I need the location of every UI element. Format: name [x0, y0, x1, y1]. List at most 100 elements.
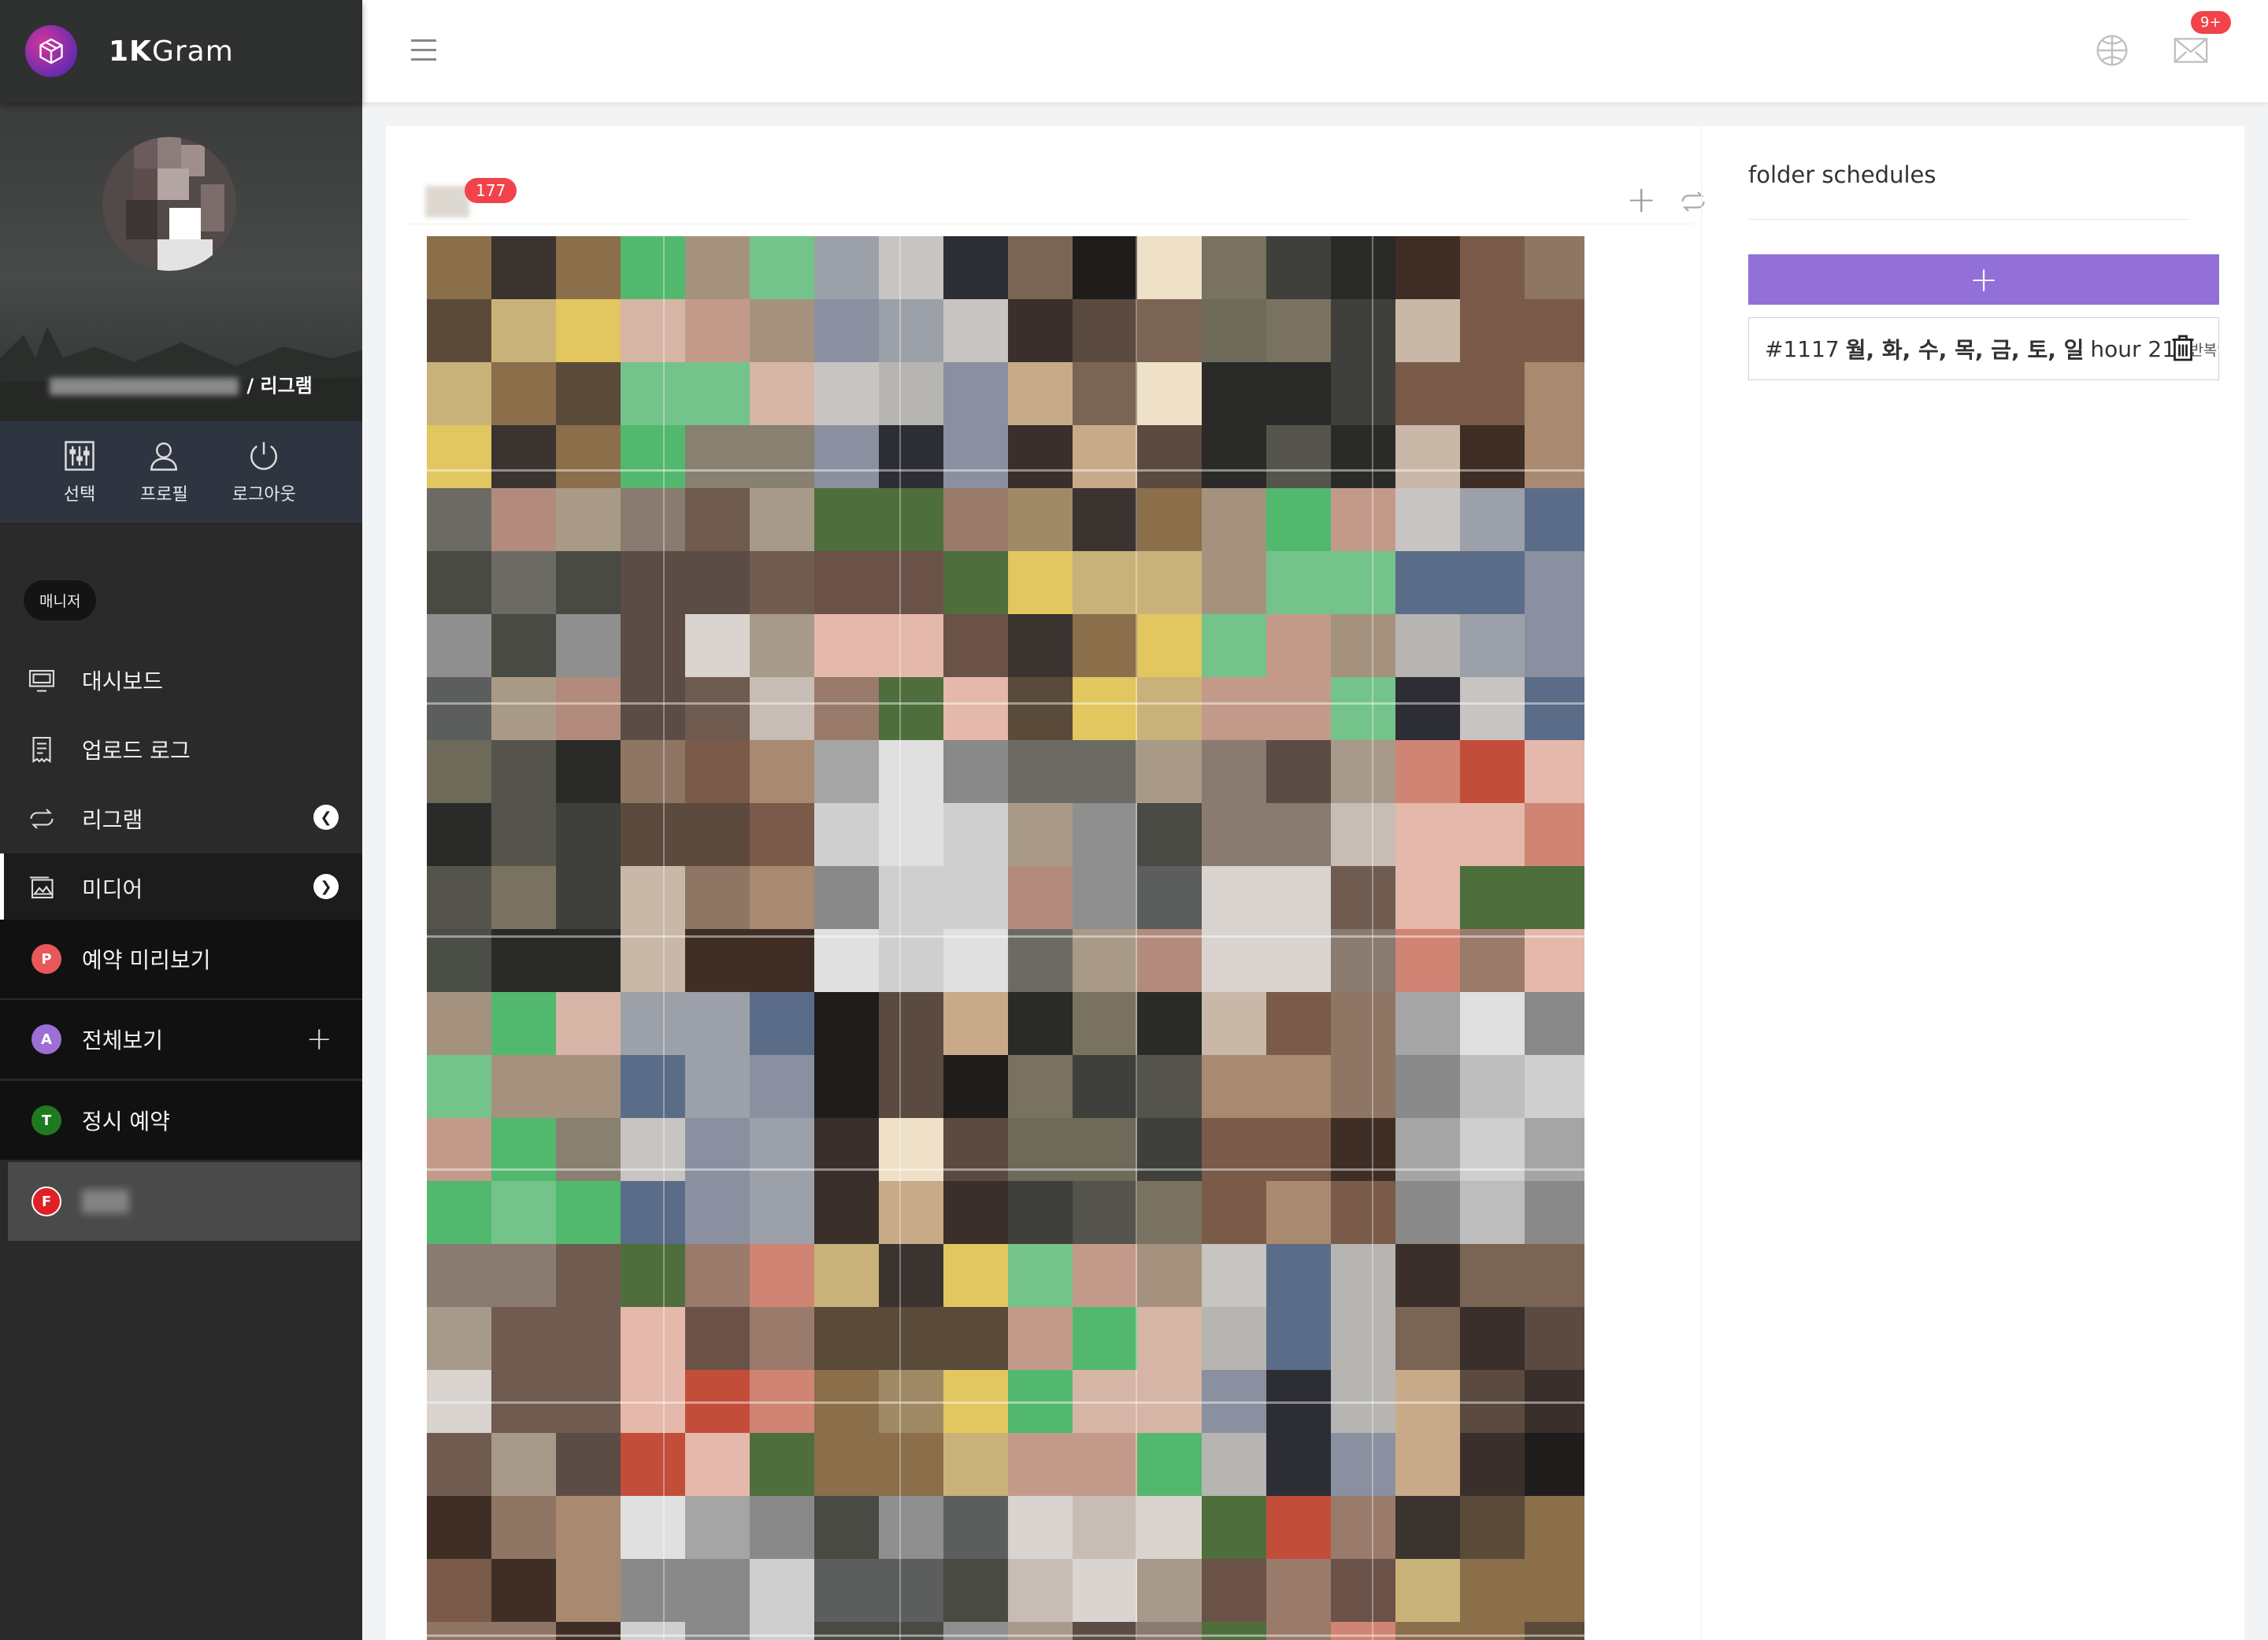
thumbnail-pixel — [1331, 488, 1396, 552]
thumbnail-pixel — [685, 1055, 750, 1119]
add-media-button[interactable]: + — [1626, 181, 1657, 217]
avatar[interactable] — [102, 137, 236, 271]
thumbnail-pixel — [491, 236, 557, 300]
thumbnail-pixel — [685, 488, 750, 552]
thumbnail-pixel — [1266, 1181, 1332, 1245]
thumbnail-pixel — [814, 1496, 880, 1560]
quick-actions: 선택 프로필 로그아웃 — [0, 421, 362, 524]
profile-panel: / 리그램 — [0, 102, 362, 421]
thumbnail-pixel — [1395, 614, 1461, 678]
media-header: 177 + — [410, 150, 1705, 224]
thumbnail-pixel — [1008, 425, 1073, 489]
thumbnail-pixel — [943, 1622, 1009, 1640]
thumbnail-pixel — [685, 1496, 750, 1560]
folder-thumbnail[interactable] — [425, 186, 469, 217]
repeat-icon[interactable] — [1677, 187, 1709, 216]
thumbnail-pixel — [1008, 614, 1073, 678]
thumbnail-pixel — [1460, 1496, 1525, 1560]
sub-item-label: 예약 미리보기 — [82, 947, 211, 973]
sub-item-all[interactable]: A 전체보기 + — [0, 1000, 362, 1079]
thumbnail-pixel — [556, 866, 621, 930]
media-thumbnails[interactable] — [427, 236, 1584, 1640]
thumbnail-pixel — [1073, 1181, 1138, 1245]
thumbnail-pixel — [1266, 614, 1332, 678]
thumbnail-pixel — [750, 614, 815, 678]
thumbnail-pixel — [879, 488, 944, 552]
thumbnail-pixel — [1008, 866, 1073, 930]
logout-button[interactable]: 로그아웃 — [232, 439, 296, 505]
thumbnail-pixel — [427, 1433, 492, 1497]
sub-item-folder[interactable]: F — [8, 1162, 361, 1241]
thumbnail-pixel — [1266, 992, 1332, 1056]
brand-name[interactable]: 1KGram — [109, 35, 234, 68]
thumbnail-pixel — [1073, 1307, 1138, 1371]
thumbnail-pixel — [1331, 551, 1396, 615]
nav-item-dashboard[interactable]: 대시보드 — [0, 646, 362, 715]
thumbnail-pixel — [1331, 362, 1396, 426]
thumbnail-pixel — [1266, 236, 1332, 300]
thumbnail-pixel — [1525, 1496, 1584, 1560]
thumbnail-pixel — [1331, 1118, 1396, 1182]
chevron-down-icon[interactable]: ❯ — [313, 874, 339, 899]
thumbnail-pixel — [685, 803, 750, 867]
add-folder-icon[interactable]: + — [306, 1021, 332, 1057]
thumbnail-pixel — [1266, 1055, 1332, 1119]
thumbnail-pixel — [814, 740, 880, 804]
thumbnail-pixel — [1395, 929, 1461, 993]
thumbnail-pixel — [621, 1622, 686, 1640]
thumbnail-pixel — [750, 1055, 815, 1119]
nav-item-media[interactable]: 미디어 ❯ — [0, 853, 362, 923]
thumbnail-pixel — [943, 992, 1009, 1056]
chevron-left-icon[interactable]: ❮ — [313, 805, 339, 830]
thumbnail-pixel — [621, 1181, 686, 1245]
thumbnail-pixel — [879, 1496, 944, 1560]
thumbnail-pixel — [1460, 614, 1525, 678]
mail-icon[interactable] — [2174, 35, 2208, 66]
add-schedule-button[interactable]: + — [1748, 254, 2219, 305]
thumbnail-pixel — [1137, 299, 1203, 363]
image-icon — [30, 876, 54, 899]
thumbnail-pixel — [943, 1118, 1009, 1182]
thumbnail-pixel — [491, 1181, 557, 1245]
thumbnail-pixel — [750, 551, 815, 615]
thumbnail-pixel — [1460, 551, 1525, 615]
schedule-item[interactable]: #1117 월, 화, 수, 목, 금, 토, 일 hour 21 (반복안함) — [1748, 317, 2219, 380]
select-button[interactable]: 선택 — [63, 439, 96, 505]
thumbnail-pixel — [1202, 929, 1267, 993]
thumbnail-pixel — [1525, 677, 1584, 741]
thumbnail-pixel — [1137, 740, 1203, 804]
sub-item-preview[interactable]: P 예약 미리보기 — [0, 920, 362, 998]
thumbnail-pixel — [685, 1622, 750, 1640]
thumbnail-pixel — [556, 740, 621, 804]
thumbnail-pixel — [750, 1622, 815, 1640]
thumbnail-pixel — [1331, 1622, 1396, 1640]
thumbnail-pixel — [1331, 1244, 1396, 1308]
profile-background — [0, 327, 362, 421]
thumbnail-pixel — [1395, 803, 1461, 867]
thumbnail-pixel — [1266, 551, 1332, 615]
thumbnail-pixel — [879, 740, 944, 804]
nav-item-upload-log[interactable]: 업로드 로그 — [0, 715, 362, 784]
thumbnail-pixel — [879, 236, 944, 300]
thumbnail-pixel — [1525, 1307, 1584, 1371]
thumbnail-pixel — [1202, 488, 1267, 552]
menu-toggle-icon[interactable] — [411, 39, 436, 63]
thumbnail-pixel — [621, 236, 686, 300]
thumbnail-pixel — [1202, 1307, 1267, 1371]
thumbnail-pixel — [750, 236, 815, 300]
nav-item-regram[interactable]: 리그램 ❮ — [0, 784, 362, 853]
thumbnail-pixel — [879, 1118, 944, 1182]
thumbnail-pixel — [491, 803, 557, 867]
thumbnail-pixel — [1395, 677, 1461, 741]
thumbnail-pixel — [491, 1244, 557, 1308]
profile-button[interactable]: 프로필 — [140, 439, 188, 505]
globe-icon[interactable] — [2095, 33, 2129, 68]
thumbnail-pixel — [814, 551, 880, 615]
thumbnail-pixel — [1395, 488, 1461, 552]
sub-item-scheduled[interactable]: T 정시 예약 — [0, 1081, 362, 1160]
thumbnail-pixel — [491, 866, 557, 930]
brand-logo-icon[interactable] — [25, 25, 77, 77]
thumbnail-pixel — [1202, 803, 1267, 867]
thumbnail-pixel — [491, 1496, 557, 1560]
trash-icon[interactable] — [2171, 334, 2195, 362]
